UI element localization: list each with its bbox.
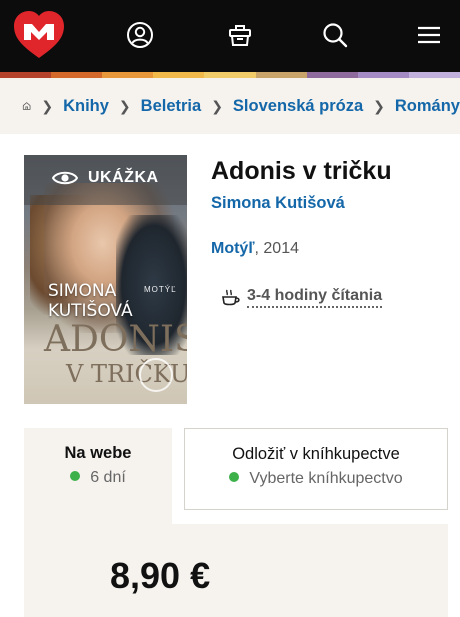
breadcrumb: ❯ Knihy ❯ Beletria ❯ Slovenská próza ❯ R… <box>0 78 460 134</box>
publisher-mark-icon <box>139 358 173 392</box>
publisher-row: Motýľ, 2014 <box>211 240 299 258</box>
breadcrumb-item-knihy[interactable]: Knihy <box>63 97 109 116</box>
logo-icon[interactable] <box>12 10 66 60</box>
cover-author-line: KUTIŠOVÁ <box>48 301 133 321</box>
chevron-right-icon: ❯ <box>118 97 131 114</box>
chevron-right-icon: ❯ <box>41 97 54 114</box>
eye-icon <box>52 171 78 185</box>
sample-button[interactable]: UKÁŽKA <box>52 169 159 187</box>
breadcrumb-item-romany[interactable]: Romány <box>395 97 460 116</box>
price: 8,90 € <box>110 555 211 596</box>
delivery-option-web[interactable]: Na webe 6 dní <box>24 428 172 524</box>
book-cover[interactable]: UKÁŽKA SIMONA KUTIŠOVÁ MOTÝĽ ADONIS V TR… <box>24 155 187 404</box>
cover-author: SIMONA KUTIŠOVÁ <box>48 281 133 321</box>
reading-time-label: 3-4 hodiny čítania <box>247 287 383 308</box>
cover-author-line: SIMONA <box>48 281 117 301</box>
cover-title-line: ADONIS <box>44 319 187 360</box>
book-title: Adonis v tričku <box>211 157 392 185</box>
delivery-option-status: 6 dní <box>24 469 172 487</box>
cart-icon[interactable] <box>225 20 255 50</box>
delivery-option-title: Na webe <box>64 444 132 462</box>
menu-icon[interactable] <box>414 20 444 50</box>
account-icon[interactable] <box>125 20 155 50</box>
chevron-right-icon: ❯ <box>211 97 223 114</box>
store-select-prompt: Vyberte kníhkupectvo <box>249 470 403 487</box>
reading-time[interactable]: 3-4 hodiny čítania <box>221 287 383 308</box>
delivery-option-store[interactable]: Odložiť v kníhkupectve Vyberte kníhkupec… <box>184 428 448 510</box>
breadcrumb-item-slovenska-proza[interactable]: Slovenská próza <box>233 97 363 116</box>
availability-dot-icon <box>229 472 240 482</box>
cover-publisher: MOTÝĽ <box>144 285 177 294</box>
delivery-option-title: Odložiť v kníhkupectve <box>232 445 400 463</box>
sample-label: UKÁŽKA <box>88 169 159 186</box>
delivery-time: 6 dní <box>90 469 126 486</box>
chevron-right-icon: ❯ <box>373 97 385 114</box>
delivery-option-status: Vyberte kníhkupectvo <box>185 470 447 488</box>
publisher-link[interactable]: Motýľ <box>211 240 255 257</box>
search-icon[interactable] <box>320 20 350 50</box>
availability-dot-icon <box>70 471 81 481</box>
breadcrumb-item-beletria[interactable]: Beletria <box>141 97 202 116</box>
coffee-cup-icon <box>222 289 240 305</box>
top-bar <box>0 0 460 72</box>
price-panel: 8,90 € <box>24 524 448 617</box>
home-icon[interactable] <box>22 95 31 117</box>
publication-year: , 2014 <box>254 240 299 257</box>
author-link[interactable]: Simona Kutišová <box>211 194 345 213</box>
